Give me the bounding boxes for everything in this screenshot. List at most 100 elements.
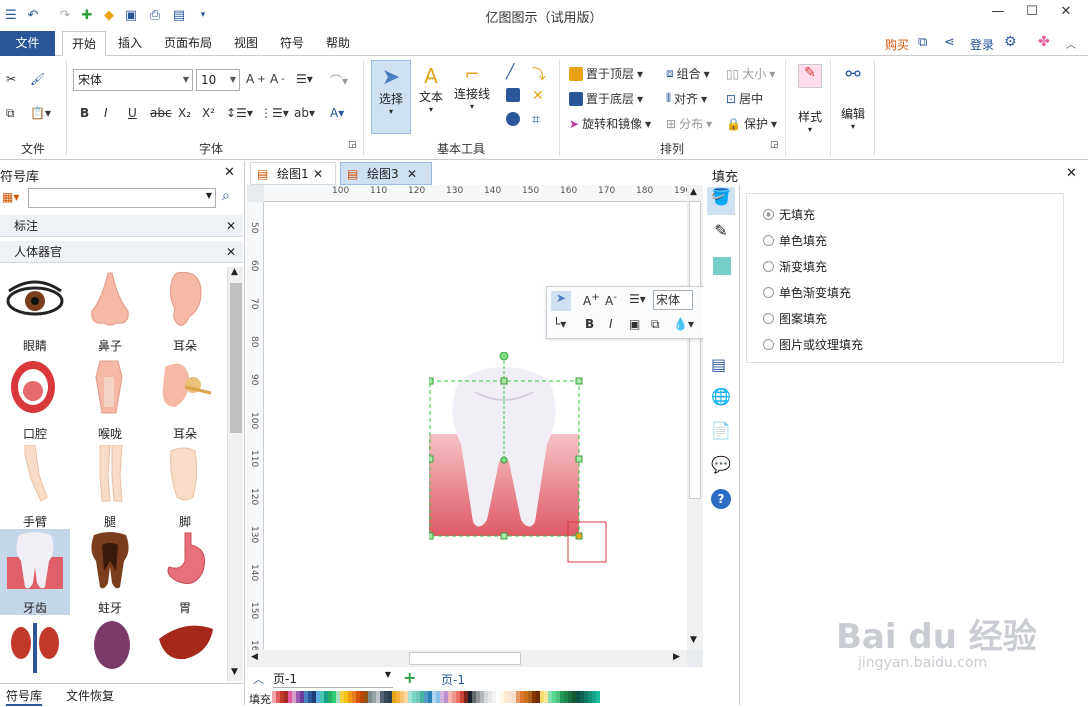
close-tab-icon[interactable]: ✕ <box>313 163 323 185</box>
select-tool-button[interactable]: ➤ 选择 ▾ <box>371 60 411 134</box>
text-tool-button[interactable]: A 文本 ▾ <box>414 60 448 134</box>
fill-option-none[interactable]: 无填充 <box>763 206 815 223</box>
bring-to-front-button[interactable]: 置于顶层 ▾ <box>569 65 643 82</box>
shadow-icon[interactable]: ▣ <box>629 317 640 331</box>
bold-icon[interactable]: B <box>80 106 89 120</box>
ellipse-icon[interactable] <box>506 112 520 126</box>
text-highlight-icon[interactable]: ab▾ <box>294 106 315 120</box>
copy-icon[interactable]: ⧉ <box>6 106 15 121</box>
scrollbar-thumb[interactable] <box>230 283 242 433</box>
page-tab[interactable]: 页-1 <box>441 671 465 688</box>
attachment-icon[interactable]: 📄 <box>711 421 731 440</box>
shape-leg[interactable]: 腿 <box>75 443 145 529</box>
superscript-icon[interactable]: X² <box>202 106 215 120</box>
shape-mouth[interactable]: 口腔 <box>0 355 70 441</box>
color-swatches[interactable] <box>272 691 600 703</box>
color-swatch[interactable] <box>596 691 600 703</box>
rectangle-icon[interactable] <box>506 88 520 102</box>
shape-arm[interactable]: 手臂 <box>0 443 70 529</box>
tab-start[interactable]: 开始 <box>62 31 106 57</box>
tab-symbol-library[interactable]: 符号库 <box>6 687 43 706</box>
line-icon[interactable]: ╱ <box>506 64 514 80</box>
tab-symbol[interactable]: 符号 <box>272 31 312 56</box>
decrease-font-icon[interactable]: A- <box>270 72 285 86</box>
library-menu-icon[interactable]: ▦▾ <box>2 190 19 204</box>
bold-icon[interactable]: B <box>585 317 594 331</box>
bullets-icon[interactable]: ⋮☰▾ <box>260 106 289 120</box>
shape-nose[interactable]: 鼻子 <box>75 267 145 353</box>
library-section-callout[interactable]: 标注 ✕ <box>0 215 243 237</box>
font-family-select[interactable]: 宋体 ▼ <box>73 69 193 91</box>
tooth-shape[interactable] <box>429 352 619 582</box>
close-tab-icon[interactable]: ✕ <box>407 163 417 185</box>
tab-help[interactable]: 帮助 <box>318 31 358 56</box>
line-spacing-icon[interactable]: ↕☰▾ <box>226 106 253 120</box>
tab-file[interactable]: 文件 <box>0 31 55 56</box>
cut-icon[interactable]: ✂ <box>6 72 16 86</box>
crop-icon[interactable]: ⌗ <box>532 112 540 128</box>
protect-button[interactable]: 🔒 保护 ▾ <box>726 115 777 132</box>
scroll-left-icon[interactable]: ◀ <box>251 652 258 662</box>
shape-decayed-tooth[interactable]: 蛀牙 <box>75 529 145 615</box>
shape-ear[interactable]: 耳朵 <box>150 267 220 353</box>
style-button[interactable]: ✎ 样式 ▾ <box>792 64 828 144</box>
buy-link[interactable]: 购买 <box>885 36 909 53</box>
underline-icon[interactable]: U <box>128 106 137 120</box>
increase-font-icon[interactable]: A+ <box>246 72 266 86</box>
increase-font-icon[interactable]: A+ <box>583 292 600 308</box>
fill-panel-icon[interactable]: 🪣 <box>707 187 735 215</box>
page-select[interactable]: 页-1 ▼ <box>273 670 393 688</box>
help-icon[interactable]: ? <box>711 489 731 509</box>
arc-icon[interactable]: ⤵ <box>532 64 546 84</box>
settings-icon[interactable]: ⚙ <box>1004 34 1017 50</box>
group-button[interactable]: ⧈ 组合 ▾ <box>666 65 710 82</box>
center-button[interactable]: ⊡ 居中 <box>726 90 763 107</box>
scroll-up-icon[interactable]: ▲ <box>690 187 697 197</box>
canvas-vertical-scrollbar[interactable]: ▲ ▼ <box>687 185 703 650</box>
hyperlink-icon[interactable]: 🌐 <box>711 387 731 406</box>
expand-icon[interactable]: ︿ <box>253 671 264 687</box>
send-to-back-button[interactable]: 置于底层 ▾ <box>569 90 643 107</box>
font-color-icon[interactable]: A▾ <box>330 106 344 120</box>
add-page-icon[interactable]: + <box>403 668 416 687</box>
shape-eye[interactable]: 眼睛 <box>0 267 70 353</box>
subscript-icon[interactable]: X₂ <box>178 106 191 120</box>
distribute-button[interactable]: ⊞ 分布 ▾ <box>666 115 712 132</box>
align-text-icon[interactable]: ☰▾ <box>629 292 646 306</box>
line-panel-icon[interactable]: ✎ <box>707 221 735 249</box>
collapse-ribbon-icon[interactable]: ︿ <box>1066 36 1076 51</box>
cross-icon[interactable]: ✕ <box>532 88 544 104</box>
tab-view[interactable]: 视图 <box>226 31 266 56</box>
shadow-panel-icon[interactable] <box>713 257 731 275</box>
connector-icon[interactable]: └▾ <box>553 317 566 331</box>
curve-text-icon[interactable]: ⌒▾ <box>330 72 348 89</box>
scrollbar-thumb[interactable] <box>689 201 701 499</box>
fill-option-pattern[interactable]: 图案填充 <box>763 310 827 327</box>
maximize-icon[interactable]: ☐ <box>1022 4 1042 24</box>
canvas-horizontal-scrollbar[interactable]: ◀ ▶ <box>247 650 687 667</box>
paste-icon[interactable]: 📋▾ <box>30 106 51 120</box>
close-window-icon[interactable]: ✕ <box>1056 4 1076 24</box>
shape-foot[interactable]: 脚 <box>150 443 220 529</box>
strikethrough-icon[interactable]: abc <box>150 106 172 120</box>
doc-tab-drawing1[interactable]: ▤ 绘图1 ✕ <box>250 162 336 185</box>
shape-tooth[interactable]: 牙齿 <box>0 529 70 615</box>
minimize-icon[interactable]: — <box>988 4 1008 24</box>
connector-tool-button[interactable]: ⌐ 连接线 ▾ <box>452 60 492 134</box>
scroll-down-icon[interactable]: ▼ <box>231 667 238 677</box>
theme-icon[interactable]: ✤ <box>1038 34 1050 50</box>
fill-option-gradient[interactable]: 渐变填充 <box>763 258 827 275</box>
shape-throat[interactable]: 喉咙 <box>75 355 145 441</box>
pointer-icon[interactable]: ➤ <box>551 291 571 311</box>
edit-button[interactable]: ⚯ 编辑 ▾ <box>836 64 870 144</box>
doc-tab-drawing3[interactable]: ▤ 绘图3 ✕ <box>340 162 432 185</box>
shape-inner-ear[interactable]: 耳朵 <box>150 355 220 441</box>
page-panel-icon[interactable]: ▤ <box>711 355 726 374</box>
rotate-mirror-button[interactable]: ➤ 旋转和镜像 ▾ <box>569 115 651 132</box>
tab-file-recovery[interactable]: 文件恢复 <box>66 687 114 704</box>
format-painter-icon[interactable]: 🖌 <box>30 72 45 86</box>
screen-icon[interactable]: ⧉ <box>918 35 927 50</box>
close-fill-panel-icon[interactable]: ✕ <box>1066 166 1077 181</box>
shape-stomach[interactable]: 胃 <box>150 529 220 615</box>
fill-color-icon[interactable]: 💧▾ <box>673 317 694 331</box>
